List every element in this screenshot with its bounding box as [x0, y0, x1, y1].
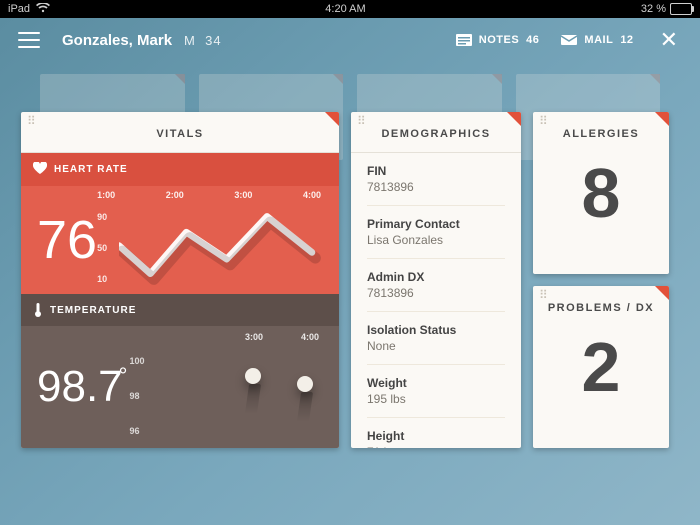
hr-time-tick: 2:00: [166, 190, 184, 200]
hr-y-tick: 50: [97, 243, 115, 253]
app-header: Gonzales, Mark M 34 NOTES 46 MAIL 12 ✕: [0, 18, 700, 62]
hr-time-tick: 4:00: [303, 190, 321, 200]
heart-rate-chart: 1:00 2:00 3:00 4:00 90 50 10: [97, 186, 327, 294]
vitals-card[interactable]: ⠿ VITALS HEART RATE 76 1:00 2:00: [21, 112, 339, 448]
problems-count: 2: [582, 332, 621, 402]
temp-time-tick: 3:00: [245, 332, 263, 342]
device-label: iPad: [8, 3, 30, 15]
card-corner-icon: [655, 112, 669, 126]
demographics-card[interactable]: ⠿ DEMOGRAPHICS FIN7813896 Primary Contac…: [351, 112, 521, 448]
notes-icon: [456, 33, 472, 47]
heart-icon: [33, 162, 47, 177]
temp-time-tick: 4:00: [301, 332, 319, 342]
allergies-card[interactable]: ⠿ ALLERGIES 8: [533, 112, 669, 274]
mail-icon: [561, 33, 577, 47]
ios-status-bar: iPad 4:20 AM 32 %: [0, 0, 700, 18]
list-item: Weight195 lbs: [367, 365, 505, 418]
temp-y-tick: 96: [129, 426, 151, 436]
list-item: Admin DX7813896: [367, 259, 505, 312]
temp-data-point: [245, 368, 261, 384]
list-item: FIN7813896: [367, 153, 505, 206]
patient-age: 34: [205, 33, 221, 48]
battery-percent: 32 %: [641, 3, 666, 15]
mail-label: MAIL: [584, 34, 613, 46]
heart-rate-value: 76: [37, 213, 97, 267]
menu-icon[interactable]: [18, 32, 40, 48]
problems-title: PROBLEMS / DX: [548, 286, 654, 326]
drag-handle-icon[interactable]: ⠿: [357, 118, 367, 124]
hr-time-tick: 1:00: [97, 190, 115, 200]
temp-y-tick: 98: [129, 391, 151, 401]
notes-count: 46: [526, 34, 539, 46]
drag-handle-icon[interactable]: ⠿: [27, 118, 37, 124]
heart-rate-label: HEART RATE: [54, 164, 128, 175]
dashboard: ⠿ VITALS HEART RATE 76 1:00 2:00: [21, 112, 679, 448]
card-corner-icon: [325, 112, 339, 126]
list-item: Height71 in: [367, 418, 505, 448]
list-item: Isolation StatusNone: [367, 312, 505, 365]
battery-icon: [670, 3, 692, 15]
demographics-title: DEMOGRAPHICS: [351, 112, 521, 153]
heart-rate-panel: HEART RATE 76 1:00 2:00 3:00 4:00 90 5: [21, 153, 339, 294]
problems-card[interactable]: ⠿ PROBLEMS / DX 2: [533, 286, 669, 448]
demographics-list: FIN7813896 Primary ContactLisa Gonzales …: [351, 153, 521, 448]
temperature-value: 98.7°: [37, 365, 127, 409]
notes-button[interactable]: NOTES 46: [456, 33, 540, 47]
vitals-title: VITALS: [21, 112, 339, 153]
patient-name: Gonzales, Mark: [62, 32, 172, 49]
hr-y-tick: 90: [97, 212, 115, 222]
close-button[interactable]: ✕: [656, 27, 682, 53]
list-item: Primary ContactLisa Gonzales: [367, 206, 505, 259]
thermometer-icon: [33, 303, 43, 317]
temperature-panel: TEMPERATURE 98.7° 3:00 4:00 100 98 96: [21, 294, 339, 448]
notes-label: NOTES: [479, 34, 519, 46]
temperature-label: TEMPERATURE: [50, 305, 136, 316]
temp-y-tick: 100: [129, 356, 151, 366]
patient-sex: M: [184, 33, 196, 48]
temp-data-point: [297, 376, 313, 392]
drag-handle-icon[interactable]: ⠿: [539, 118, 549, 124]
card-corner-icon: [507, 112, 521, 126]
allergies-title: ALLERGIES: [563, 112, 639, 152]
heart-rate-sparkline: [119, 212, 321, 291]
status-time: 4:20 AM: [325, 3, 365, 15]
allergies-count: 8: [582, 158, 621, 228]
hr-y-tick: 10: [97, 274, 115, 284]
card-corner-icon: [655, 286, 669, 300]
hr-time-tick: 3:00: [234, 190, 252, 200]
wifi-icon: [36, 3, 50, 16]
mail-button[interactable]: MAIL 12: [561, 33, 633, 47]
drag-handle-icon[interactable]: ⠿: [539, 292, 549, 298]
mail-count: 12: [620, 34, 633, 46]
temperature-chart: 3:00 4:00 100 98 96: [127, 326, 327, 448]
